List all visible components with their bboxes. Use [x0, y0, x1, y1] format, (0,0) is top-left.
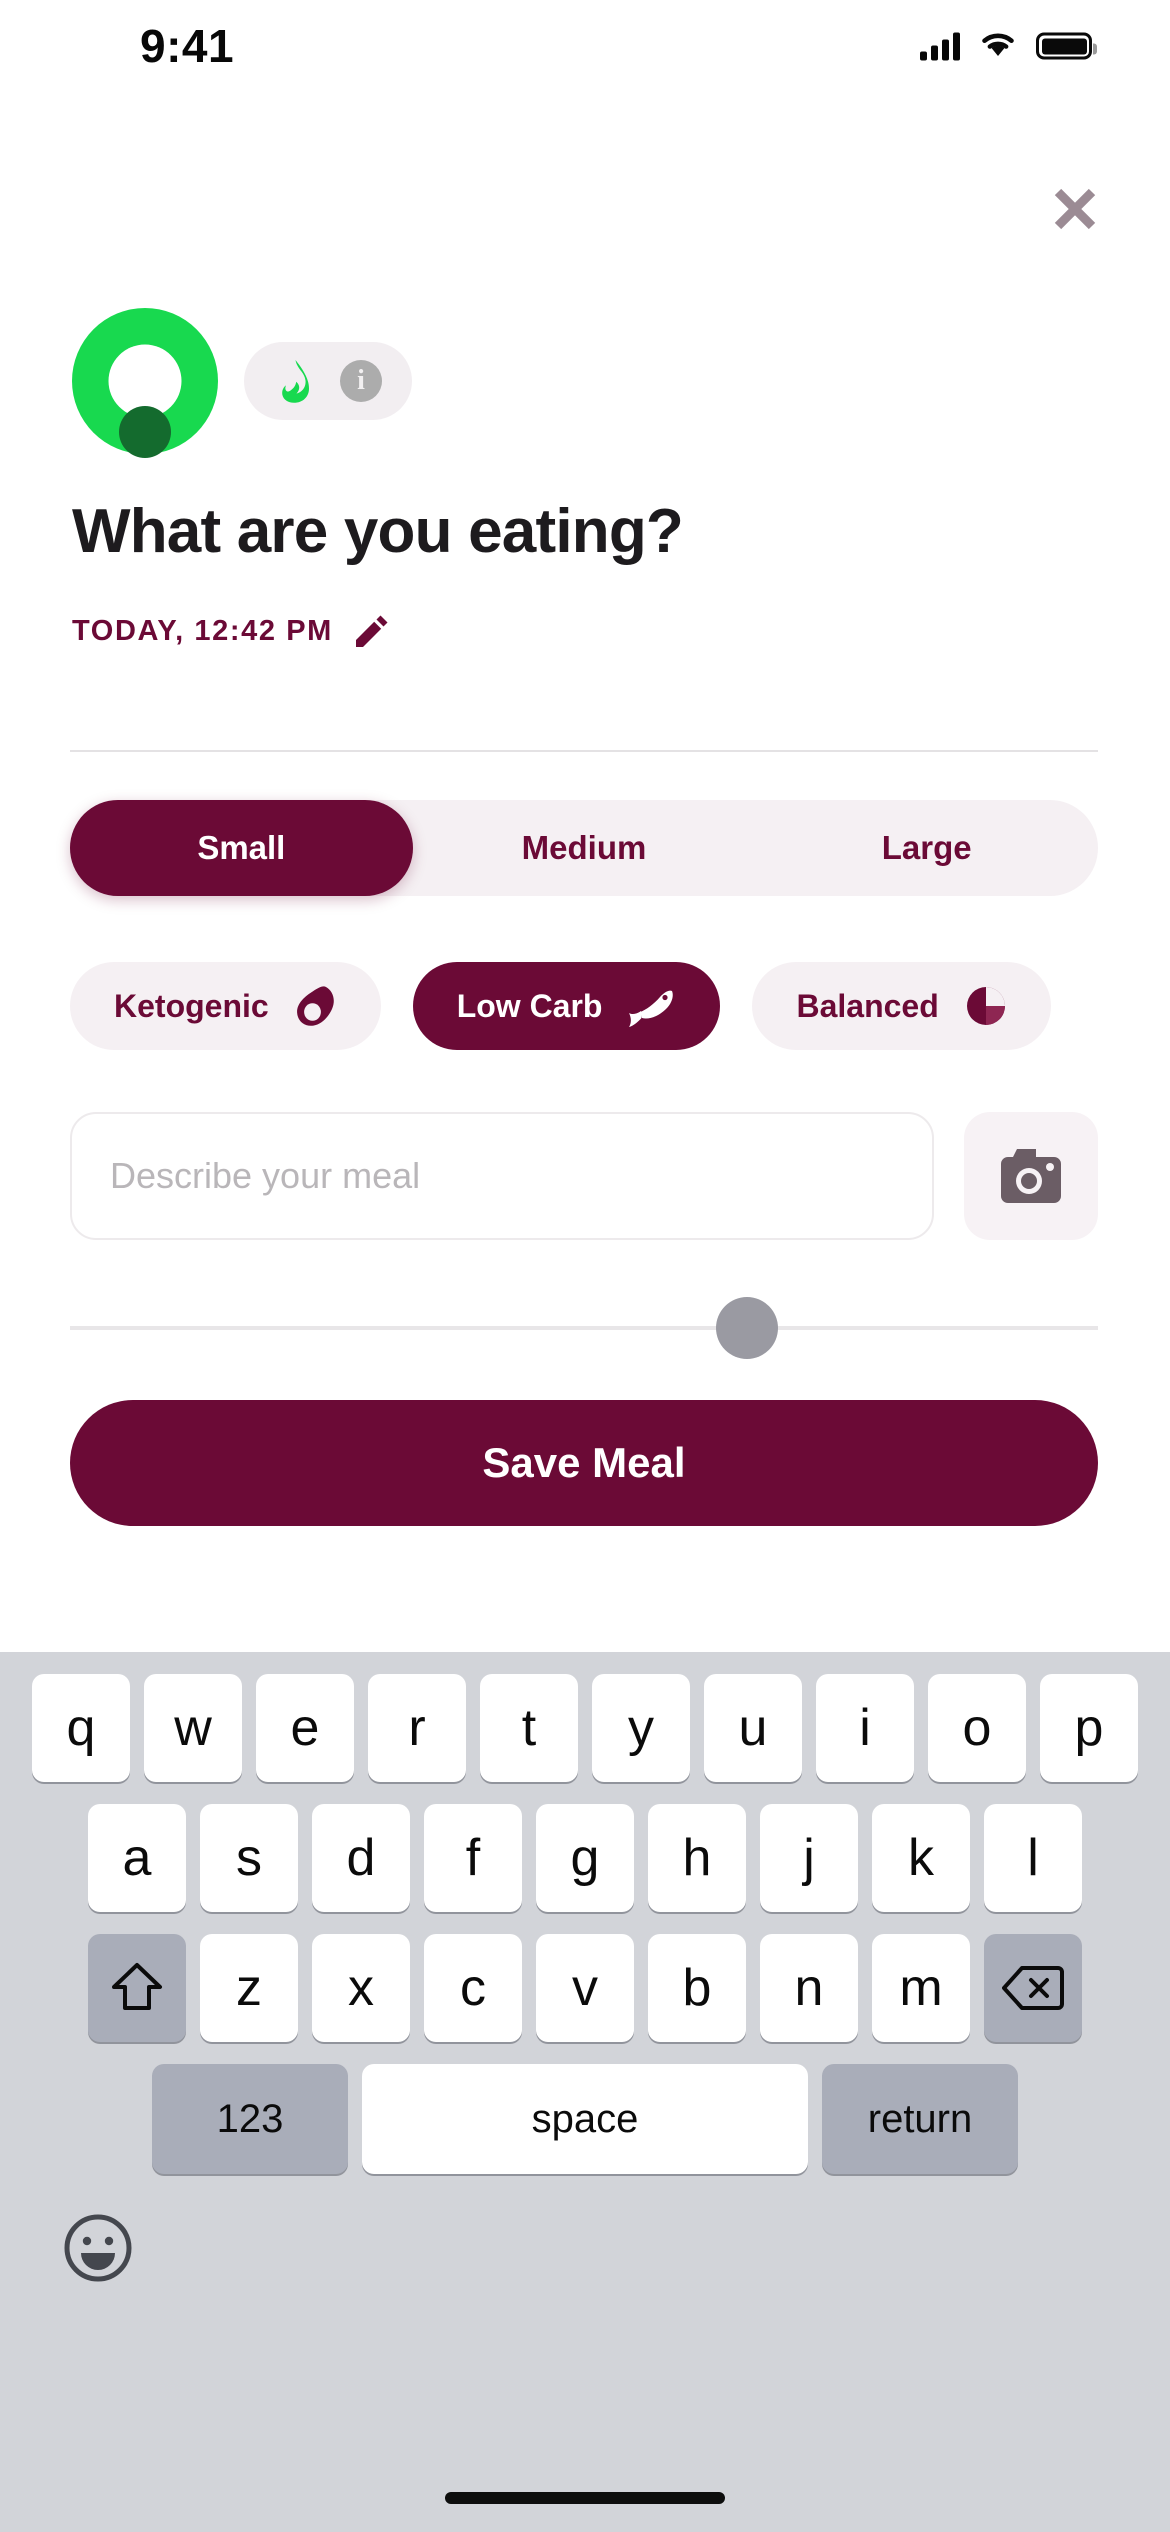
shift-icon: [110, 1960, 164, 2016]
battery-icon: [1036, 32, 1097, 60]
status-bar: 9:41: [0, 0, 1170, 100]
key-n[interactable]: n: [760, 1934, 858, 2042]
page-title: What are you eating?: [72, 497, 684, 566]
meal-datetime-row[interactable]: TODAY, 12:42 PM: [72, 614, 389, 648]
key-y[interactable]: y: [592, 1674, 690, 1782]
keyboard-row-2: a s d f g h j k l: [0, 1804, 1170, 1912]
key-e[interactable]: e: [256, 1674, 354, 1782]
diet-type-chip-row[interactable]: Ketogenic Low Carb Balanced: [70, 958, 1170, 1054]
key-t[interactable]: t: [480, 1674, 578, 1782]
size-option-small[interactable]: Small: [70, 800, 413, 896]
key-d[interactable]: d: [312, 1804, 410, 1912]
calorie-summary-row: i: [72, 308, 412, 458]
section-divider: [70, 750, 1098, 752]
key-j[interactable]: j: [760, 1804, 858, 1912]
macro-badge[interactable]: i: [244, 342, 412, 420]
backspace-key[interactable]: [984, 1934, 1082, 2042]
pie-chart-icon: [965, 985, 1007, 1027]
emoji-icon: [62, 2212, 134, 2284]
key-l[interactable]: l: [984, 1804, 1082, 1912]
save-meal-button[interactable]: Save Meal: [70, 1400, 1098, 1526]
diet-chip-ketogenic[interactable]: Ketogenic: [70, 962, 381, 1050]
key-x[interactable]: x: [312, 1934, 410, 2042]
keyboard-row-4: 123 space return: [0, 2064, 1170, 2174]
key-v[interactable]: v: [536, 1934, 634, 2042]
diet-chip-ketogenic-label: Ketogenic: [114, 987, 269, 1024]
flame-icon: [274, 359, 314, 403]
home-indicator: [445, 2492, 725, 2504]
diet-chip-balanced-label: Balanced: [796, 987, 939, 1024]
key-q[interactable]: q: [32, 1674, 130, 1782]
key-f[interactable]: f: [424, 1804, 522, 1912]
emoji-key[interactable]: [62, 2212, 134, 2284]
status-bar-indicators: [920, 29, 1097, 64]
slider-handle[interactable]: [716, 1297, 778, 1359]
fish-icon: [628, 984, 676, 1028]
key-b[interactable]: b: [648, 1934, 746, 2042]
slider-track[interactable]: [70, 1326, 1098, 1330]
close-icon: [1049, 183, 1101, 240]
size-option-medium[interactable]: Medium: [413, 800, 756, 896]
keyboard-utility-row: [0, 2188, 1170, 2308]
close-button[interactable]: [1038, 174, 1112, 248]
progress-ring-marker: [119, 406, 171, 458]
keyboard-row-3: z x c v b n m: [0, 1934, 1170, 2042]
camera-button[interactable]: [964, 1112, 1098, 1240]
diet-chip-low-carb[interactable]: Low Carb: [412, 962, 721, 1050]
diet-chip-low-carb-label: Low Carb: [456, 987, 603, 1024]
size-option-large[interactable]: Large: [755, 800, 1098, 896]
key-o[interactable]: o: [928, 1674, 1026, 1782]
numbers-key[interactable]: 123: [152, 2064, 348, 2174]
meal-description-row[interactable]: [70, 1112, 1098, 1240]
meal-description-input[interactable]: [70, 1112, 934, 1240]
info-icon[interactable]: i: [340, 360, 382, 402]
key-p[interactable]: p: [1040, 1674, 1138, 1782]
key-u[interactable]: u: [704, 1674, 802, 1782]
key-k[interactable]: k: [872, 1804, 970, 1912]
key-i[interactable]: i: [816, 1674, 914, 1782]
key-h[interactable]: h: [648, 1804, 746, 1912]
progress-ring[interactable]: [72, 308, 218, 458]
wifi-icon: [978, 29, 1018, 64]
return-key[interactable]: return: [822, 2064, 1018, 2174]
diet-chip-balanced[interactable]: Balanced: [752, 962, 1051, 1050]
avocado-icon: [295, 984, 337, 1028]
shift-key[interactable]: [88, 1934, 186, 2042]
cellular-signal-icon: [920, 32, 960, 60]
onscreen-keyboard[interactable]: q w e r t y u i o p a s d f g h j k l z …: [0, 1652, 1170, 2532]
keyboard-row-1: q w e r t y u i o p: [0, 1674, 1170, 1782]
key-m[interactable]: m: [872, 1934, 970, 2042]
key-g[interactable]: g: [536, 1804, 634, 1912]
pencil-icon[interactable]: [355, 614, 389, 648]
key-r[interactable]: r: [368, 1674, 466, 1782]
status-bar-time: 9:41: [140, 20, 235, 72]
backspace-icon: [1002, 1964, 1064, 2012]
portion-size-segmented-control[interactable]: Small Medium Large: [70, 800, 1098, 896]
key-z[interactable]: z: [200, 1934, 298, 2042]
key-c[interactable]: c: [424, 1934, 522, 2042]
meal-datetime-text: TODAY, 12:42 PM: [72, 614, 333, 647]
camera-icon: [996, 1145, 1066, 1207]
key-w[interactable]: w: [144, 1674, 242, 1782]
space-key[interactable]: space: [362, 2064, 808, 2174]
key-a[interactable]: a: [88, 1804, 186, 1912]
key-s[interactable]: s: [200, 1804, 298, 1912]
